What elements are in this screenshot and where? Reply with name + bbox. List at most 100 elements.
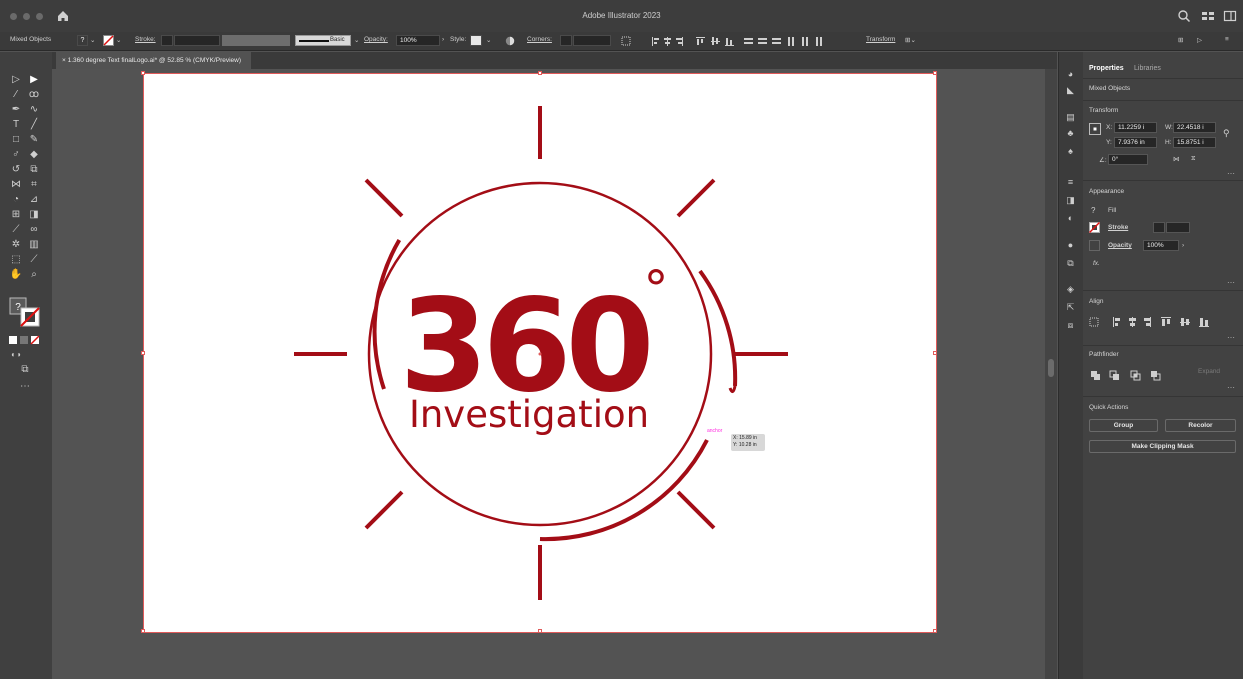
- zoom-tool-icon[interactable]: ⌕: [27, 269, 41, 281]
- swatches-icon[interactable]: ▤: [1065, 112, 1076, 122]
- workspace-switcher-icon[interactable]: [1201, 9, 1215, 23]
- brushes-icon[interactable]: ♣: [1065, 128, 1076, 138]
- arrange-icon[interactable]: ▷: [1197, 36, 1202, 44]
- corners-stepper[interactable]: [560, 35, 572, 46]
- width-tool-icon[interactable]: ⋈: [9, 179, 23, 191]
- stroke-swatch-panel[interactable]: [1089, 222, 1100, 233]
- type-tool-icon[interactable]: T: [9, 119, 23, 131]
- bounding-handle-ml[interactable]: [141, 351, 145, 355]
- group-button[interactable]: Group: [1089, 419, 1158, 432]
- symbol-sprayer-tool-icon[interactable]: ✲: [9, 239, 23, 251]
- constrain-proportions-icon[interactable]: ⚲: [1223, 128, 1230, 139]
- bounding-handle-tl[interactable]: [141, 71, 145, 75]
- bounding-handle-tc[interactable]: [538, 71, 542, 75]
- gradient-tool-icon[interactable]: ◨: [27, 209, 41, 221]
- stroke-label-panel[interactable]: Stroke: [1108, 224, 1128, 231]
- corners-label[interactable]: Corners:: [527, 36, 552, 43]
- curvature-tool-icon[interactable]: ∿: [27, 104, 41, 116]
- stroke-stepper[interactable]: [1153, 222, 1165, 233]
- hand-tool-icon[interactable]: ✋: [9, 269, 23, 281]
- artboard-tool-icon[interactable]: ⬚: [9, 254, 23, 266]
- edit-toolbar-icon[interactable]: ⋯: [18, 381, 32, 393]
- opacity-field-panel[interactable]: 100%: [1143, 240, 1179, 251]
- bounding-handle-bl[interactable]: [141, 629, 145, 633]
- appearance-more-icon[interactable]: ⋯: [1227, 278, 1235, 287]
- asset-export-icon[interactable]: ⇱: [1065, 302, 1076, 312]
- h-field[interactable]: 15.8751 i: [1173, 137, 1216, 148]
- fill-swatch-panel[interactable]: ?: [1091, 206, 1095, 215]
- bounding-handle-mr[interactable]: [933, 351, 937, 355]
- color-guide-icon[interactable]: ◕: [1065, 69, 1076, 79]
- lasso-tool-icon[interactable]: ꝏ: [27, 89, 41, 101]
- control-bar-menu-icon[interactable]: ≡: [1225, 36, 1229, 43]
- document-tab[interactable]: × 1.360 degree Text finalLogo.ai* @ 52.8…: [56, 52, 252, 69]
- bounding-handle-br[interactable]: [933, 629, 937, 633]
- flip-vertical-icon[interactable]: ⧖: [1191, 155, 1196, 163]
- screen-mode-icon[interactable]: ⧉: [18, 364, 32, 376]
- rotate-tool-icon[interactable]: ↺: [9, 164, 23, 176]
- recolor-button[interactable]: Recolor: [1165, 419, 1236, 432]
- tab-properties[interactable]: Properties: [1089, 61, 1124, 77]
- reference-point-icon[interactable]: [1089, 123, 1101, 135]
- transform-more-icon[interactable]: ⋯: [1227, 169, 1235, 178]
- scale-tool-icon[interactable]: ⧉: [27, 164, 41, 176]
- opacity-label-panel[interactable]: Opacity: [1108, 242, 1132, 249]
- arrange-documents-icon[interactable]: [1223, 9, 1237, 23]
- y-field[interactable]: 7.9376 in: [1114, 137, 1157, 148]
- layers-icon[interactable]: ◈: [1065, 284, 1076, 294]
- w-field[interactable]: 22.4518 i: [1173, 122, 1216, 133]
- rectangle-tool-icon[interactable]: □: [9, 134, 23, 146]
- blend-tool-icon[interactable]: ∞: [27, 224, 41, 236]
- column-graph-tool-icon[interactable]: ▥: [27, 239, 41, 251]
- opacity-arrow[interactable]: ›: [1182, 242, 1184, 249]
- recolor-artwork-icon[interactable]: [505, 36, 515, 46]
- graphic-style-swatch[interactable]: [470, 35, 482, 46]
- pathfinder-more-icon[interactable]: ⋯: [1227, 383, 1235, 392]
- variable-width-profile[interactable]: [222, 35, 290, 46]
- stroke-weight-input[interactable]: [1166, 222, 1190, 233]
- slice-tool-icon[interactable]: ⟋: [27, 254, 41, 266]
- gradient-panel-icon[interactable]: ◨: [1065, 195, 1076, 205]
- brush-dropdown-icon[interactable]: ⌄: [354, 36, 359, 44]
- flip-horizontal-icon[interactable]: ⋈: [1173, 155, 1180, 163]
- stroke-swatch[interactable]: [103, 35, 114, 46]
- stroke-dropdown-icon[interactable]: ⌄: [116, 36, 121, 44]
- shape-builder-tool-icon[interactable]: ◔: [9, 194, 23, 206]
- paintbrush-tool-icon[interactable]: ✎: [27, 134, 41, 146]
- brush-definition[interactable]: Basic: [295, 35, 351, 46]
- stroke-weight-field[interactable]: [174, 35, 220, 46]
- transform-label[interactable]: Transform: [866, 36, 895, 43]
- fill-stroke-swatches[interactable]: ?: [8, 296, 44, 330]
- pathfinder-buttons[interactable]: [1091, 370, 1171, 382]
- artboard[interactable]: 360 ° Investigation: [141, 71, 938, 634]
- graphic-styles-icon[interactable]: ⧉: [1065, 258, 1076, 268]
- align-tools[interactable]: [620, 35, 860, 47]
- selection-tool-icon[interactable]: ▶: [27, 74, 41, 86]
- corners-field[interactable]: [573, 35, 611, 46]
- opacity-arrow-icon[interactable]: ›: [442, 36, 444, 43]
- transparency-icon[interactable]: ◐: [1065, 213, 1076, 223]
- search-icon[interactable]: [1177, 9, 1191, 23]
- expand-button[interactable]: Expand: [1198, 368, 1220, 375]
- stroke-label[interactable]: Stroke:: [135, 36, 156, 43]
- align-more-icon[interactable]: ⋯: [1227, 333, 1235, 342]
- make-clipping-mask-button[interactable]: Make Clipping Mask: [1089, 440, 1236, 453]
- symbols-icon[interactable]: ♠: [1065, 146, 1076, 156]
- mesh-tool-icon[interactable]: ⊞: [9, 209, 23, 221]
- free-transform-tool-icon[interactable]: ⌗: [27, 179, 41, 191]
- align-buttons[interactable]: [1089, 316, 1224, 328]
- magic-wand-tool-icon[interactable]: ⁄: [9, 89, 23, 101]
- document-info-icon[interactable]: ◣: [1065, 85, 1076, 95]
- eraser-tool-icon[interactable]: ◆: [27, 149, 41, 161]
- x-field[interactable]: 11.2259 i: [1114, 122, 1157, 133]
- pen-tool-icon[interactable]: ✒: [9, 104, 23, 116]
- fx-icon[interactable]: fx.: [1093, 260, 1100, 267]
- logo-artwork[interactable]: 360 ° Investigation: [144, 74, 938, 634]
- perspective-grid-tool-icon[interactable]: ⊿: [27, 194, 41, 206]
- fill-swatch[interactable]: ?: [77, 35, 88, 46]
- opacity-field[interactable]: 100%: [396, 35, 440, 46]
- direct-selection-tool-icon[interactable]: ▷: [9, 74, 23, 86]
- stroke-weight-stepper[interactable]: [161, 35, 173, 46]
- fill-dropdown-icon[interactable]: ⌄: [90, 36, 95, 44]
- isolate-icon[interactable]: ⊞⌄: [905, 36, 916, 44]
